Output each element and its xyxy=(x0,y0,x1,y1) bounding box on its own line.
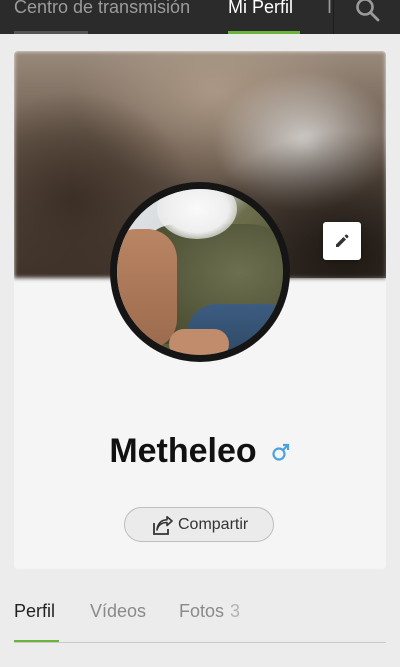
search-button[interactable] xyxy=(334,0,400,34)
profile-name: Metheleo xyxy=(109,432,257,470)
tab-scroll-indicator xyxy=(14,31,88,34)
avatar-photo-part xyxy=(169,329,229,355)
tabs-divider xyxy=(14,642,386,643)
tab-photos-label: Fotos xyxy=(179,601,225,621)
tab-videos-label: Vídeos xyxy=(90,601,147,621)
tab-my-profile-label: Mi Perfil xyxy=(228,0,294,17)
share-button-label: Compartir xyxy=(178,516,249,533)
tab-my-profile[interactable]: Mi Perfil xyxy=(228,0,300,34)
tab-profile[interactable]: Perfil xyxy=(14,601,59,643)
top-navigation: Centro de transmisión Mi Perfil I xyxy=(0,0,400,34)
profile-card: Metheleo Compartir xyxy=(14,51,386,569)
tab-active-underline xyxy=(228,31,300,34)
edit-cover-button[interactable] xyxy=(323,222,361,260)
avatar-photo xyxy=(117,189,283,355)
share-icon xyxy=(153,516,173,535)
tab-broadcast-center-label: Centro de transmisión xyxy=(14,0,191,17)
profile-name-row: Metheleo xyxy=(14,431,386,471)
profile-tabs: Perfil Vídeos Fotos 3 xyxy=(14,593,386,643)
search-icon xyxy=(356,0,380,22)
pencil-icon xyxy=(336,234,349,247)
tab-profile-label: Perfil xyxy=(14,601,56,621)
avatar[interactable] xyxy=(110,182,290,362)
share-button[interactable]: Compartir xyxy=(124,507,274,542)
photos-count: 3 xyxy=(230,601,241,621)
avatar-photo-part xyxy=(117,229,177,349)
tab-broadcast-center[interactable]: Centro de transmisión xyxy=(14,0,199,34)
tab-videos[interactable]: Vídeos xyxy=(90,601,146,643)
male-symbol-icon xyxy=(271,431,291,471)
tab-photos[interactable]: Fotos 3 xyxy=(179,601,240,643)
